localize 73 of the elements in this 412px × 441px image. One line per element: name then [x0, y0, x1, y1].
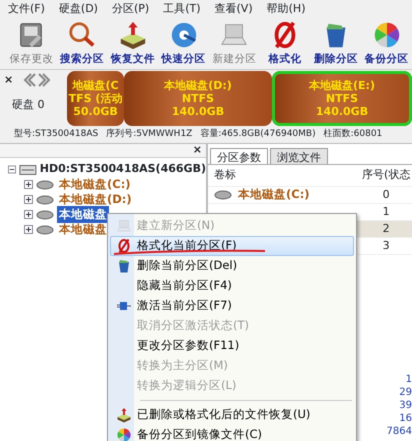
close-button[interactable]: × — [192, 142, 202, 159]
partition-block[interactable]: 地磁盘(C TFS (活动 50.0GB — [67, 71, 124, 126]
column-header: 序号(状态 — [361, 167, 412, 184]
disk-icon — [214, 190, 232, 200]
null-sign-icon — [116, 238, 132, 254]
partition-text: 地磁盘(C — [72, 78, 119, 92]
menu-item[interactable]: 删除当前分区(Del) — [110, 256, 354, 276]
menu-item[interactable]: 分区(P) — [112, 0, 150, 18]
menu-item[interactable]: 隐藏当前分区(F4) — [110, 276, 354, 296]
tree-item[interactable]: 本地磁盘(C:) — [57, 176, 133, 194]
nav-arrows-icon[interactable] — [21, 73, 52, 88]
disk-icon — [36, 224, 54, 234]
menu-item[interactable]: 格式化当前分区(F) — [110, 236, 354, 256]
plus-box-icon[interactable] — [24, 180, 33, 189]
layer-arrow-icon — [116, 407, 132, 423]
partition-text: 本地磁盘(D:) — [164, 78, 232, 92]
plus-box-icon[interactable] — [24, 210, 33, 219]
tree-item[interactable]: HD0:ST3500418AS(466GB) — [40, 161, 206, 178]
toolbar-button[interactable]: 恢复文件 — [108, 18, 158, 69]
tree-item[interactable]: 本地磁盘 — [57, 206, 109, 224]
disk-label: 硬盘 0 — [12, 96, 46, 112]
value-text: 29 — [399, 386, 412, 399]
value-text: 7864 — [386, 425, 412, 438]
tab[interactable]: 浏览文件 — [270, 148, 328, 164]
minus-box-icon[interactable] — [8, 165, 16, 174]
menu-item[interactable]: 帮助(H) — [266, 0, 306, 18]
disk-info-text: 型号:ST3500418AS — [14, 128, 98, 142]
table-cell-text: 0 — [382, 186, 391, 203]
toolbar-button[interactable]: 搜索分区 — [56, 18, 108, 69]
disk-info-text: 柱面数:60801 — [324, 128, 382, 142]
toolbar-button[interactable]: 格式化 — [260, 18, 310, 69]
disk-icon — [36, 194, 54, 204]
menu-item[interactable]: 激活当前分区(F7) — [110, 296, 354, 316]
menu-item[interactable]: 文件(F) — [8, 0, 45, 18]
menu-item[interactable]: 查看(V) — [214, 0, 253, 18]
toolbar-button[interactable]: 删除分区 — [310, 18, 362, 69]
plus-box-icon[interactable] — [24, 195, 33, 204]
color-wheel-icon — [116, 427, 132, 441]
value-text: 39 — [399, 399, 412, 412]
tree-item[interactable]: 本地磁盘 — [57, 220, 109, 238]
table-row[interactable]: 本地磁盘(C:) 0 — [208, 187, 412, 204]
table-cell-text: 2 — [382, 220, 391, 237]
partition-text: NTFS — [182, 92, 214, 106]
partition-text: NTFS — [326, 92, 358, 106]
disk-icon — [36, 210, 54, 220]
tab[interactable]: 分区参数 — [210, 148, 268, 164]
close-button[interactable]: × — [4, 72, 14, 88]
disk-icon — [36, 180, 54, 190]
disk-info-text: 容量:465.8GB(476940MB) — [200, 128, 316, 142]
partition-text: 140.0GB — [316, 105, 368, 118]
disk-info-text: 序列号:5VMWWH1Z — [106, 128, 192, 142]
partition-text: 本地磁盘(E:) — [309, 78, 375, 92]
toolbar-button[interactable]: 备份分区 — [361, 18, 412, 69]
partition-text: 50.0GB — [73, 105, 118, 118]
menu-item[interactable]: 更改分区参数(F11) — [110, 336, 354, 356]
menu-item[interactable]: 备份分区到镜像文件(C) — [110, 425, 354, 441]
table-cell-text: 本地磁盘(C:) — [236, 186, 311, 204]
column-header: 卷标 — [213, 167, 237, 184]
laptop-icon — [116, 218, 132, 234]
partition-text: TFS (活动 — [68, 92, 122, 106]
tree-item[interactable]: 本地磁盘(D:) — [57, 190, 134, 208]
menu-item[interactable]: 工具(T) — [163, 0, 201, 18]
menu-item[interactable]: 硬盘(D) — [58, 0, 98, 18]
value-text: 1 — [406, 373, 412, 386]
trash-can-icon — [116, 258, 132, 274]
value-text: 16 — [399, 412, 412, 425]
partition-text: 140.0GB — [172, 105, 224, 118]
hard-drive-icon — [18, 164, 37, 176]
table-cell-text: 1 — [382, 204, 391, 220]
menu-item[interactable]: 已删除或格式化后的文件恢复(U) — [110, 405, 354, 425]
plus-box-icon[interactable] — [24, 225, 33, 234]
table-cell-text: 3 — [382, 238, 391, 254]
toolbar-button[interactable]: 快速分区 — [158, 18, 209, 69]
